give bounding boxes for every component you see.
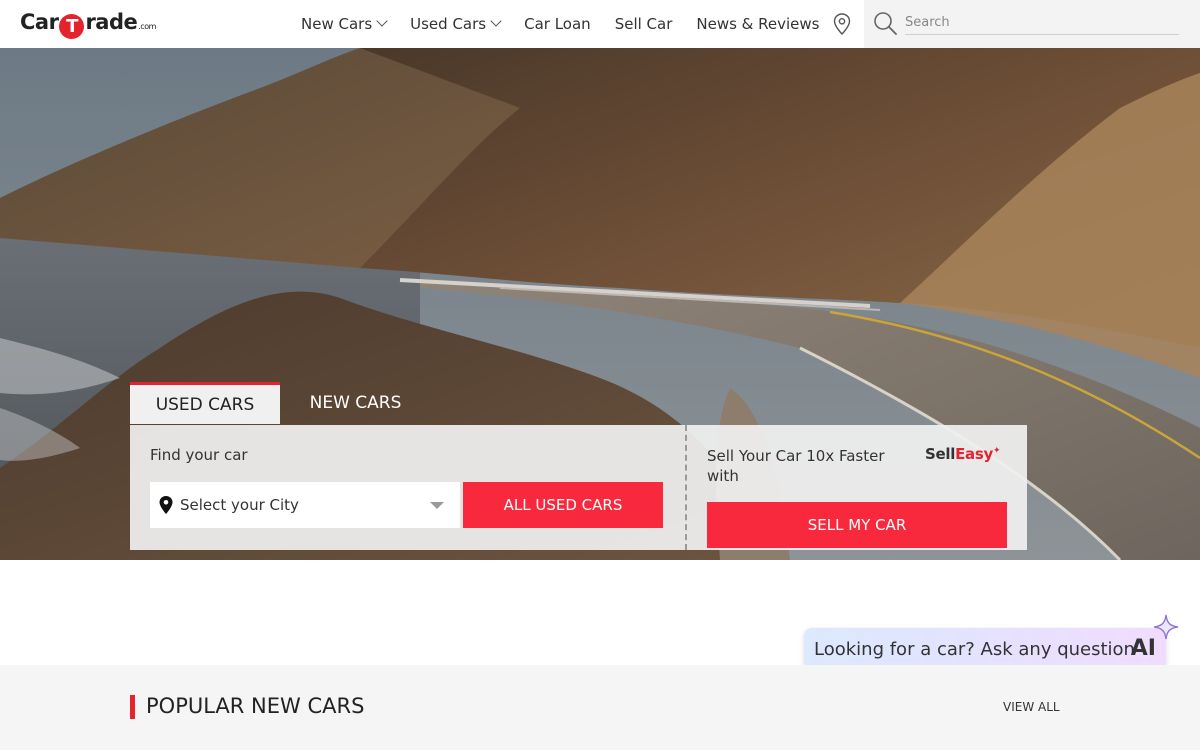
nav-item-label: Used Cars bbox=[410, 15, 487, 33]
cartrade-logo[interactable]: Car T rade .com bbox=[20, 10, 156, 39]
chevron-down-icon bbox=[490, 15, 502, 27]
chevron-down-icon bbox=[376, 15, 388, 27]
site-header: Car T rade .com New Cars Used Cars Car L… bbox=[0, 0, 1200, 48]
tab-new-cars[interactable]: NEW CARS bbox=[282, 382, 429, 424]
selleasy-logo: SellEasy✦ bbox=[925, 445, 1000, 463]
selleasy-sell: Sell bbox=[925, 445, 956, 463]
logo-text-rade: rade bbox=[85, 10, 138, 34]
selleasy-easy: Easy bbox=[955, 445, 993, 463]
nav-item-used-cars[interactable]: Used Cars bbox=[410, 15, 502, 33]
main-nav: New Cars Used Cars Car Loan Sell Car New… bbox=[301, 0, 843, 48]
logo-t-badge: T bbox=[59, 14, 85, 39]
section-title: POPULAR NEW CARS bbox=[146, 694, 365, 718]
sparkle-icon bbox=[1153, 614, 1179, 640]
ai-assistant-prompt: Looking for a car? Ask any question bbox=[814, 638, 1135, 660]
nav-item-news-reviews[interactable]: News & Reviews bbox=[696, 15, 819, 33]
nav-item-car-loan[interactable]: Car Loan bbox=[524, 15, 591, 33]
city-select-placeholder: Select your City bbox=[180, 496, 299, 514]
nav-item-new-cars[interactable]: New Cars bbox=[301, 15, 388, 33]
sell-my-car-button[interactable]: SELL MY CAR bbox=[707, 502, 1007, 548]
logo-text-car: Car bbox=[20, 10, 59, 34]
nav-item-label: Car Loan bbox=[524, 15, 591, 33]
search-input[interactable] bbox=[905, 10, 1179, 35]
caret-down-icon bbox=[430, 502, 444, 509]
tab-used-cars[interactable]: USED CARS bbox=[130, 382, 280, 424]
find-car-label: Find your car bbox=[150, 446, 248, 464]
search-icon[interactable] bbox=[872, 10, 898, 36]
location-pin-icon bbox=[159, 496, 173, 514]
sell-car-label: Sell Your Car 10x Faster with bbox=[707, 447, 885, 485]
all-used-cars-button[interactable]: ALL USED CARS bbox=[463, 482, 663, 528]
nav-item-label: New Cars bbox=[301, 15, 373, 33]
ai-assistant-bubble[interactable]: Looking for a car? Ask any question AI bbox=[804, 628, 1166, 670]
panel-divider bbox=[685, 425, 687, 550]
sparkle-icon: ✦ bbox=[992, 446, 1001, 456]
section-accent-bar bbox=[130, 695, 135, 719]
nav-item-label: Sell Car bbox=[614, 15, 673, 33]
city-select[interactable]: Select your City bbox=[150, 482, 460, 528]
logo-suffix: .com bbox=[138, 22, 156, 31]
nav-item-sell-car[interactable]: Sell Car bbox=[615, 15, 673, 33]
location-pin-icon[interactable] bbox=[833, 13, 851, 35]
search-box bbox=[864, 0, 1200, 48]
nav-item-label: News & Reviews bbox=[696, 15, 820, 33]
view-all-link[interactable]: VIEW ALL bbox=[1003, 700, 1060, 714]
